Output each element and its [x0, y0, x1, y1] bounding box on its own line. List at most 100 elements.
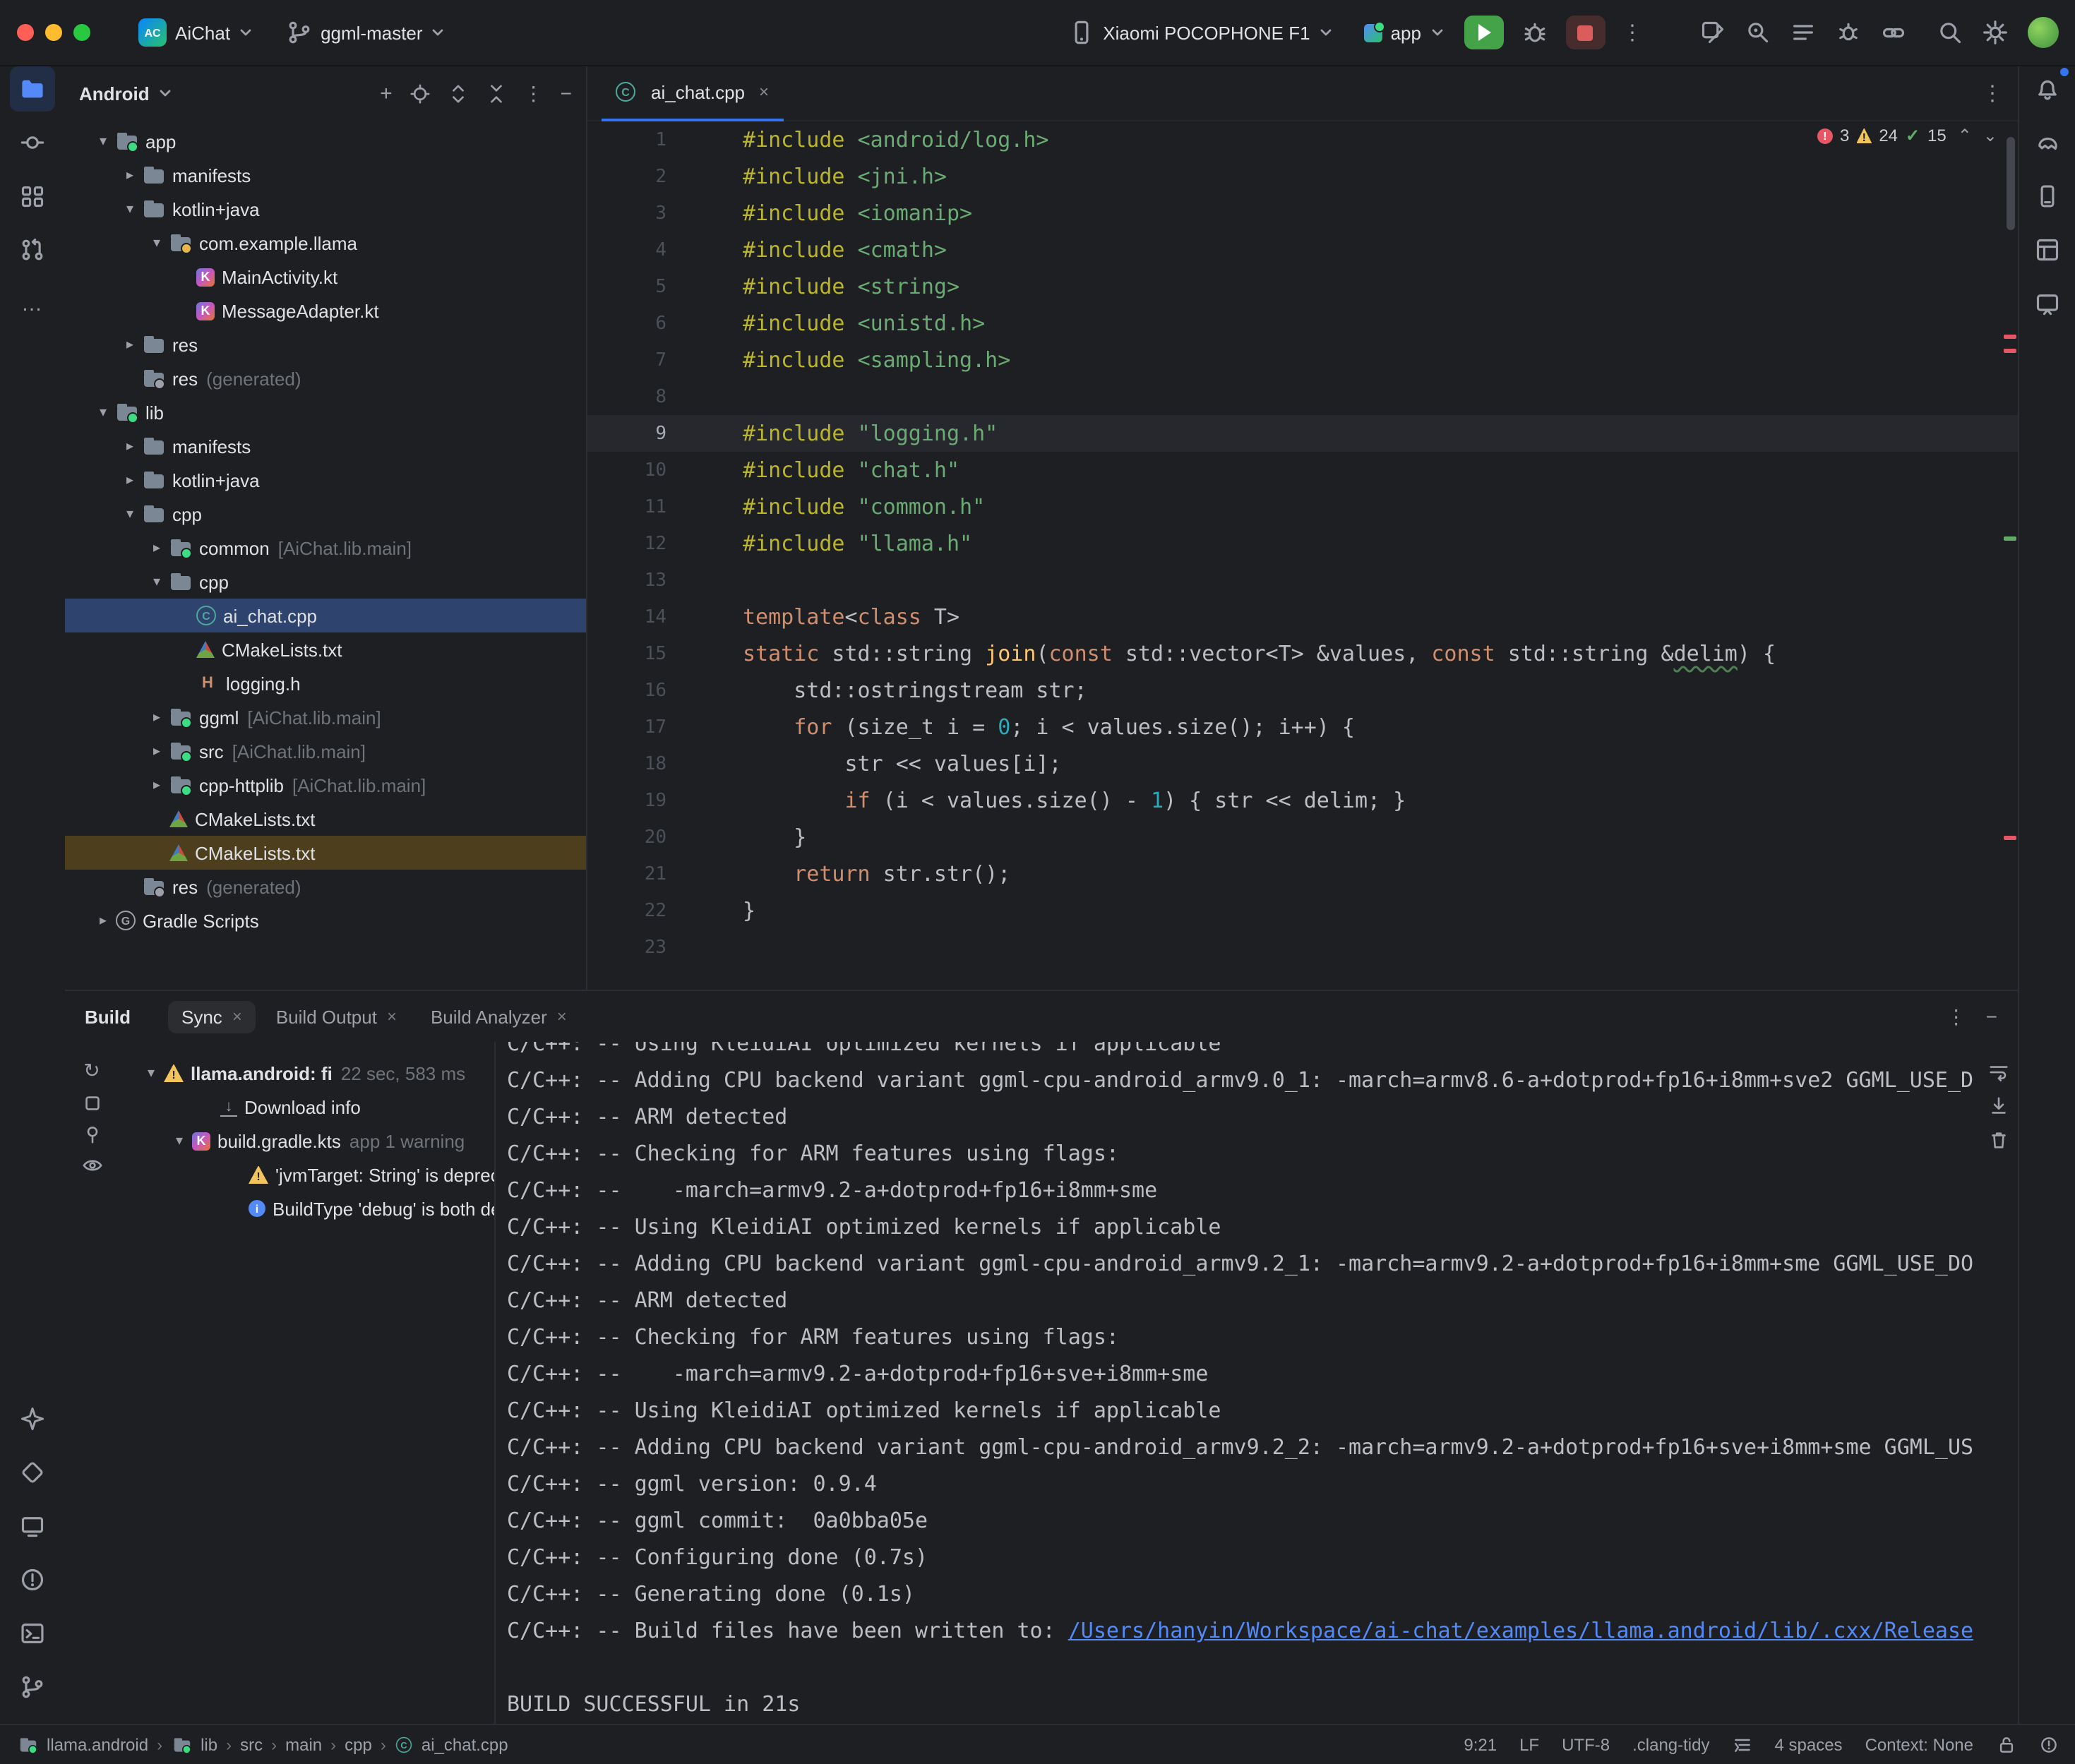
line-number[interactable]: 16: [587, 680, 698, 701]
tree-item[interactable]: ▸manifests: [65, 158, 586, 192]
line-number[interactable]: 17: [587, 716, 698, 738]
build-tab[interactable]: Build Analyzer×: [417, 1000, 581, 1033]
more-tool-windows-icon[interactable]: …: [10, 281, 55, 326]
hide-build-panel-icon[interactable]: −: [1986, 1005, 1997, 1028]
gradle-sync-icon[interactable]: [1699, 20, 1725, 45]
clang-tidy-widget[interactable]: .clang-tidy: [1632, 1734, 1709, 1754]
tree-item[interactable]: ▾!llama.android: fi22 sec, 583 ms: [119, 1056, 494, 1090]
soft-wrap-icon[interactable]: [1987, 1062, 2009, 1083]
tree-chevron-icon[interactable]: ▸: [144, 540, 169, 556]
tree-chevron-icon[interactable]: ▸: [117, 438, 143, 454]
branch-widget[interactable]: ggml-master: [275, 14, 457, 51]
tree-chevron-icon[interactable]: ▾: [144, 574, 169, 589]
notifications-icon[interactable]: [2024, 66, 2069, 112]
tree-item[interactable]: ▸GGradle Scripts: [65, 904, 586, 937]
tree-chevron-icon[interactable]: ▸: [117, 337, 143, 352]
refresh-icon[interactable]: ↻: [83, 1059, 100, 1083]
running-devices-tool-icon[interactable]: [10, 1503, 55, 1548]
line-number[interactable]: 12: [587, 533, 698, 554]
tree-item[interactable]: !'jvmTarget: String' is deprec: [119, 1158, 494, 1192]
tree-item[interactable]: ▾lib: [65, 395, 586, 429]
app-insights-icon[interactable]: [1880, 20, 1906, 45]
suppress-icon[interactable]: [81, 1093, 102, 1114]
add-icon[interactable]: +: [380, 81, 393, 105]
tree-item[interactable]: CMakeLists.txt: [65, 632, 586, 666]
logcat-icon[interactable]: [1790, 20, 1815, 45]
build-tab[interactable]: Build Output×: [262, 1000, 411, 1033]
tree-item[interactable]: ▾app: [65, 124, 586, 158]
breadcrumb-item[interactable]: Cai_chat.cpp: [395, 1734, 508, 1754]
tree-item[interactable]: ▸kotlin+java: [65, 463, 586, 497]
commit-tool-icon[interactable]: [10, 120, 55, 165]
tree-item[interactable]: ▾cpp: [65, 497, 586, 531]
more-actions-icon[interactable]: ⋮: [1613, 20, 1651, 45]
tree-item[interactable]: CMakeLists.txt: [65, 836, 586, 870]
profile-avatar[interactable]: [2027, 17, 2058, 48]
layout-inspector-icon[interactable]: [2024, 227, 2069, 272]
pin-icon[interactable]: [81, 1124, 102, 1145]
project-widget[interactable]: AC AiChat: [127, 13, 264, 52]
gradle-icon[interactable]: [2024, 120, 2069, 165]
assistant-icon[interactable]: [2024, 281, 2069, 326]
line-number[interactable]: 1: [587, 129, 698, 150]
code-style-icon[interactable]: [1733, 1734, 1752, 1754]
preview-eye-icon[interactable]: [81, 1155, 102, 1176]
line-number[interactable]: 8: [587, 386, 698, 407]
tree-item[interactable]: Cai_chat.cpp: [65, 599, 586, 632]
line-number[interactable]: 2: [587, 166, 698, 187]
tree-item[interactable]: ▸ggml[AiChat.lib.main]: [65, 700, 586, 734]
tree-chevron-icon[interactable]: ▾: [90, 404, 116, 420]
line-number[interactable]: 19: [587, 790, 698, 811]
search-icon[interactable]: [1937, 20, 1962, 45]
build-options-icon[interactable]: ⋮: [1947, 1004, 1966, 1028]
prev-problem-icon[interactable]: ⌃: [1958, 126, 1972, 145]
line-number[interactable]: 21: [587, 863, 698, 884]
locate-file-icon[interactable]: [409, 83, 431, 104]
tree-item[interactable]: res(generated): [65, 361, 586, 395]
line-number[interactable]: 10: [587, 460, 698, 481]
settings-gear-icon[interactable]: [1982, 20, 2007, 45]
tree-chevron-icon[interactable]: ▾: [167, 1133, 192, 1148]
expand-all-icon[interactable]: [448, 83, 469, 104]
zoom-window-button[interactable]: [73, 24, 90, 41]
line-separator[interactable]: LF: [1519, 1734, 1539, 1754]
breadcrumb-item[interactable]: main: [285, 1734, 322, 1754]
tree-chevron-icon[interactable]: ▸: [90, 913, 116, 928]
clear-console-icon[interactable]: [1987, 1129, 2009, 1151]
editor-scrollbar[interactable]: [2006, 137, 2014, 230]
breadcrumb-item[interactable]: cpp: [345, 1734, 372, 1754]
tree-item[interactable]: ▾com.example.llama: [65, 226, 586, 260]
stop-button[interactable]: [1565, 16, 1605, 49]
caret-position[interactable]: 9:21: [1464, 1734, 1497, 1754]
device-file-explorer-icon[interactable]: [2024, 174, 2069, 219]
line-number[interactable]: 13: [587, 570, 698, 591]
project-view-selector[interactable]: Android: [79, 83, 150, 104]
close-tab-icon[interactable]: ×: [387, 1007, 397, 1026]
breadcrumb-item[interactable]: lib: [171, 1733, 217, 1756]
device-selector[interactable]: Xiaomi POCOPHONE F1: [1058, 14, 1344, 51]
tree-item[interactable]: ▾cpp: [65, 565, 586, 599]
panel-options-icon[interactable]: ⋮: [524, 81, 544, 105]
next-problem-icon[interactable]: ⌄: [1983, 126, 1997, 145]
tree-chevron-icon[interactable]: ▾: [138, 1065, 164, 1081]
tree-item[interactable]: ↓Download info: [119, 1090, 494, 1124]
line-number[interactable]: 22: [587, 900, 698, 921]
line-number[interactable]: 18: [587, 753, 698, 774]
line-number[interactable]: 7: [587, 349, 698, 371]
collapse-all-icon[interactable]: [486, 83, 507, 104]
inspections-indicator-icon[interactable]: [2038, 1734, 2058, 1754]
line-number[interactable]: 20: [587, 827, 698, 848]
tree-chevron-icon[interactable]: ▸: [117, 167, 143, 183]
line-number[interactable]: 3: [587, 203, 698, 224]
project-tool-icon[interactable]: [10, 66, 55, 112]
build-tab[interactable]: Sync×: [167, 1000, 256, 1033]
line-number[interactable]: 23: [587, 937, 698, 958]
terminal-tool-icon[interactable]: [10, 1610, 55, 1655]
error-stripe-mark[interactable]: [2003, 536, 2016, 541]
tree-chevron-icon[interactable]: ▸: [144, 743, 169, 759]
editor-options-icon[interactable]: ⋮: [1982, 80, 2003, 106]
close-tab-icon[interactable]: ×: [232, 1007, 242, 1026]
tree-item[interactable]: Hlogging.h: [65, 666, 586, 700]
version-control-tool-icon[interactable]: [10, 1664, 55, 1723]
breadcrumb-item[interactable]: src: [240, 1734, 263, 1754]
